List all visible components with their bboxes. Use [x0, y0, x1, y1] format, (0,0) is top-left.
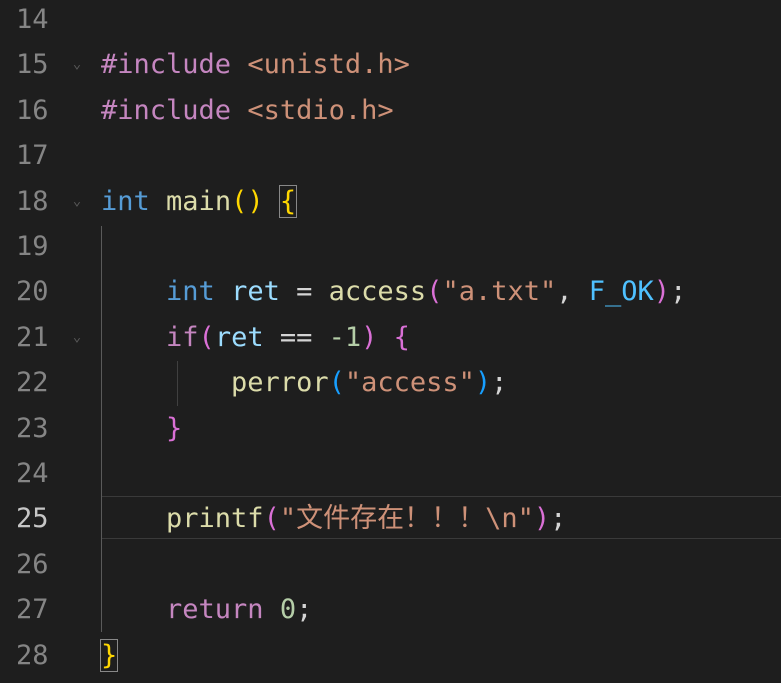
code-token: ): [653, 276, 671, 308]
line-number: 17: [16, 140, 49, 172]
code-token: -1: [328, 321, 362, 353]
code-line[interactable]: 27 return 0;: [0, 587, 781, 632]
line-number: 16: [16, 94, 49, 126]
code-token: int: [166, 276, 215, 308]
code-token: ==: [263, 321, 329, 353]
code-token: ;: [550, 503, 567, 535]
fold-chevron-icon[interactable]: ⌄: [70, 315, 84, 360]
code-token: (: [263, 503, 280, 535]
code-token: int: [101, 185, 150, 217]
code-token: {: [278, 184, 298, 218]
code-line[interactable]: 14: [0, 0, 781, 42]
code-token: ;: [670, 276, 687, 308]
line-number: 18: [16, 185, 49, 217]
line-number: 26: [16, 548, 49, 580]
code-token: ret: [214, 321, 264, 353]
line-number: 25: [16, 503, 49, 535]
code-text: return 0;: [101, 587, 312, 632]
code-token: F_OK: [588, 276, 654, 308]
code-token: (: [328, 367, 345, 399]
code-token: if: [166, 321, 199, 353]
code-token: (: [198, 321, 215, 353]
line-number: 15: [16, 49, 49, 81]
code-line[interactable]: 23 }: [0, 406, 781, 451]
code-token: #include: [101, 94, 232, 126]
line-number: 23: [16, 412, 49, 444]
code-line[interactable]: 28}: [0, 633, 781, 678]
code-line[interactable]: 17: [0, 133, 781, 178]
code-line[interactable]: 21 ⌄ if(ret == -1) {: [0, 315, 781, 360]
code-line[interactable]: 16 #include <stdio.h>: [0, 88, 781, 133]
line-number: 21: [16, 321, 49, 353]
code-text: #include <stdio.h>: [101, 88, 394, 133]
code-text: perror("access");: [101, 360, 507, 405]
line-number: 22: [16, 367, 49, 399]
code-token: perror: [231, 367, 329, 399]
code-token: <unistd.h>: [247, 49, 410, 81]
code-token: ,: [556, 276, 589, 308]
code-line[interactable]: 20 int ret = access("a.txt", F_OK);: [0, 269, 781, 314]
code-token: "access": [344, 367, 475, 399]
code-token: (: [426, 276, 443, 308]
fold-chevron-icon[interactable]: ⌄: [70, 179, 84, 224]
code-token: }: [166, 412, 183, 444]
code-line[interactable]: 25 printf("文件存在！！！\n");: [0, 496, 781, 541]
code-line[interactable]: 22 perror("access");: [0, 360, 781, 405]
code-token: ;: [491, 367, 508, 399]
code-token: #include: [101, 49, 232, 81]
line-number: 19: [16, 231, 49, 262]
code-text: printf("文件存在！！！\n");: [101, 496, 566, 541]
code-token: <stdio.h>: [247, 94, 394, 126]
code-text: int ret = access("a.txt", F_OK);: [101, 269, 686, 314]
code-line[interactable]: 18 ⌄ int main() {: [0, 179, 781, 224]
code-token: ): [533, 503, 551, 535]
fold-chevron-icon[interactable]: ⌄: [70, 42, 84, 87]
code-token: "a.txt": [442, 276, 557, 308]
code-token: "文件存在！！！\n": [279, 503, 534, 535]
code-text: int main() {: [101, 179, 298, 224]
code-text: if(ret == -1) {: [101, 315, 410, 360]
code-token: =: [279, 276, 329, 308]
line-number: 20: [16, 276, 49, 308]
code-token: }: [99, 638, 119, 672]
line-number: 14: [16, 4, 49, 35]
code-line[interactable]: 19: [0, 224, 781, 269]
code-token: ): [474, 367, 492, 399]
line-number: 24: [16, 458, 49, 489]
code-line[interactable]: 15 ⌄ #include <unistd.h>: [0, 42, 781, 87]
code-token: return: [166, 594, 264, 626]
code-token: ;: [296, 594, 313, 626]
code-text: }: [99, 633, 119, 678]
code-token: 0: [279, 594, 297, 626]
code-line[interactable]: 26: [0, 542, 781, 587]
line-number: 27: [16, 594, 49, 626]
code-text: }: [101, 406, 182, 451]
line-number: 28: [16, 639, 49, 671]
code-token: ): [361, 321, 378, 353]
code-line[interactable]: 24: [0, 451, 781, 496]
code-token: {: [393, 321, 410, 353]
code-token: main: [166, 185, 232, 217]
code-text: #include <unistd.h>: [101, 42, 410, 87]
code-token: (): [231, 185, 264, 217]
code-token: ret: [231, 276, 280, 308]
code-token: access: [328, 276, 427, 308]
code-editor[interactable]: 14 15 ⌄ #include <unistd.h> 16 #include <stdi…: [0, 0, 781, 683]
code-token: printf: [166, 503, 264, 535]
